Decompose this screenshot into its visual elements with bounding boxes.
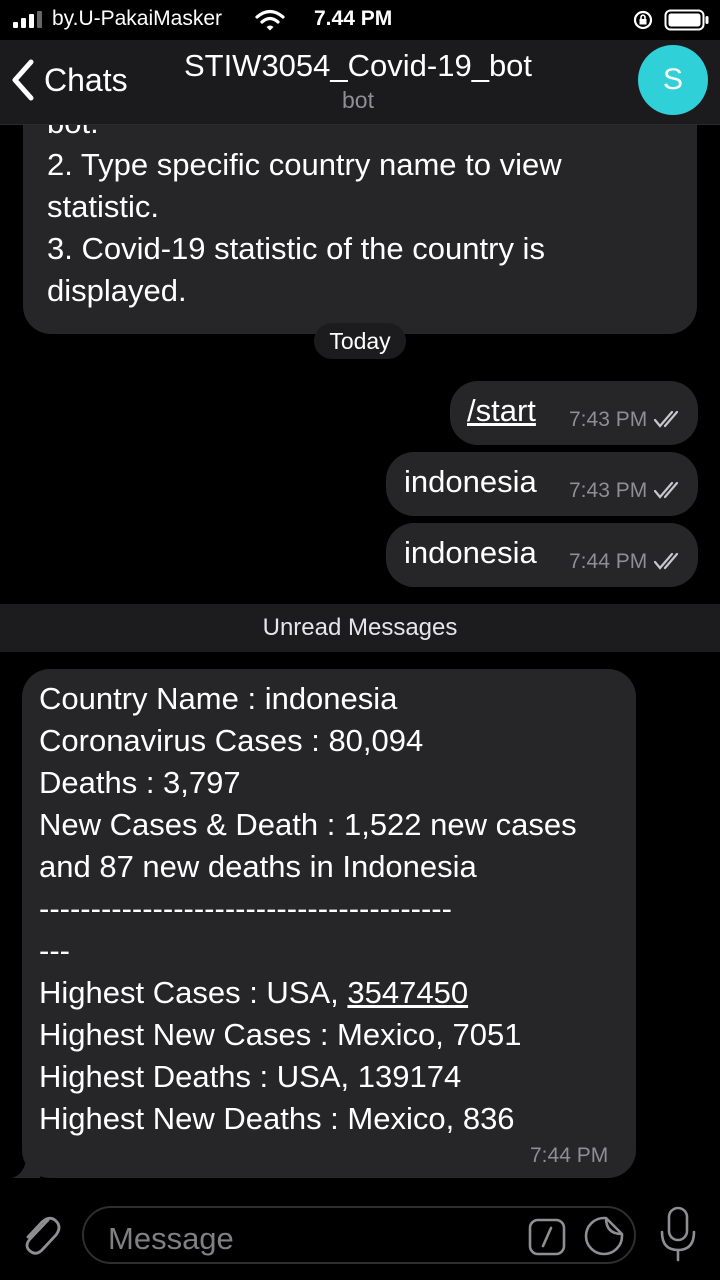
message-input[interactable]: Message <box>82 1206 636 1264</box>
message-placeholder: Message <box>108 1221 234 1256</box>
battery-icon <box>664 9 709 31</box>
message-time: 7:44 PM <box>530 1144 609 1167</box>
outgoing-text-start[interactable]: /start <box>467 393 536 429</box>
outgoing-text: indonesia <box>404 535 537 570</box>
double-check-icon <box>653 552 679 570</box>
carrier-name: by.U-PakaiMasker <box>52 7 222 30</box>
stats-body-part: Country Name : indonesia Coronavirus Cas… <box>39 681 577 1010</box>
chevron-left-icon <box>12 59 34 101</box>
date-separator: Today <box>314 323 406 359</box>
back-label: Chats <box>44 61 128 98</box>
bot-command-icon[interactable] <box>528 1218 566 1256</box>
phone-number-link[interactable]: 3547450 <box>347 975 468 1010</box>
rotation-lock-icon <box>633 10 653 30</box>
message-time: 7:44 PM <box>569 550 648 573</box>
double-check-icon <box>653 481 679 499</box>
sticker-icon[interactable] <box>584 1216 624 1256</box>
signal-icon <box>13 11 42 28</box>
stats-message-text: Country Name : indonesia Coronavirus Cas… <box>39 678 577 1140</box>
paperclip-icon[interactable] <box>18 1208 62 1258</box>
avatar-letter: S <box>662 63 683 96</box>
bubble-tail <box>12 1160 40 1178</box>
wifi-icon <box>255 9 285 31</box>
chat-subtitle: bot <box>342 87 374 113</box>
intro-message-text: bot. 2. Type specific country name to vi… <box>47 105 562 308</box>
microphone-icon[interactable] <box>658 1206 698 1262</box>
status-time: 7.44 PM <box>314 7 393 30</box>
status-bar: by.U-PakaiMasker 7.44 PM <box>0 0 720 40</box>
chat-header: Chats STIW3054_Covid-19_bot bot S <box>0 40 720 125</box>
outgoing-message[interactable]: indonesia 7:43 PM <box>386 452 698 516</box>
back-button[interactable]: Chats <box>10 56 128 104</box>
stats-body-part: Highest New Cases : Mexico, 7051 Highest… <box>39 1017 522 1136</box>
outgoing-message[interactable]: /start 7:43 PM <box>450 381 698 445</box>
outgoing-text: indonesia <box>404 464 537 499</box>
unread-messages-separator: Unread Messages <box>0 604 720 652</box>
message-time: 7:43 PM <box>569 408 648 431</box>
double-check-icon <box>653 410 679 428</box>
chat-title[interactable]: STIW3054_Covid-19_bot <box>140 48 576 84</box>
avatar[interactable]: S <box>638 45 708 115</box>
message-time: 7:43 PM <box>569 479 648 502</box>
message-input-bar: Message <box>0 1192 720 1280</box>
outgoing-message[interactable]: indonesia 7:44 PM <box>386 523 698 587</box>
